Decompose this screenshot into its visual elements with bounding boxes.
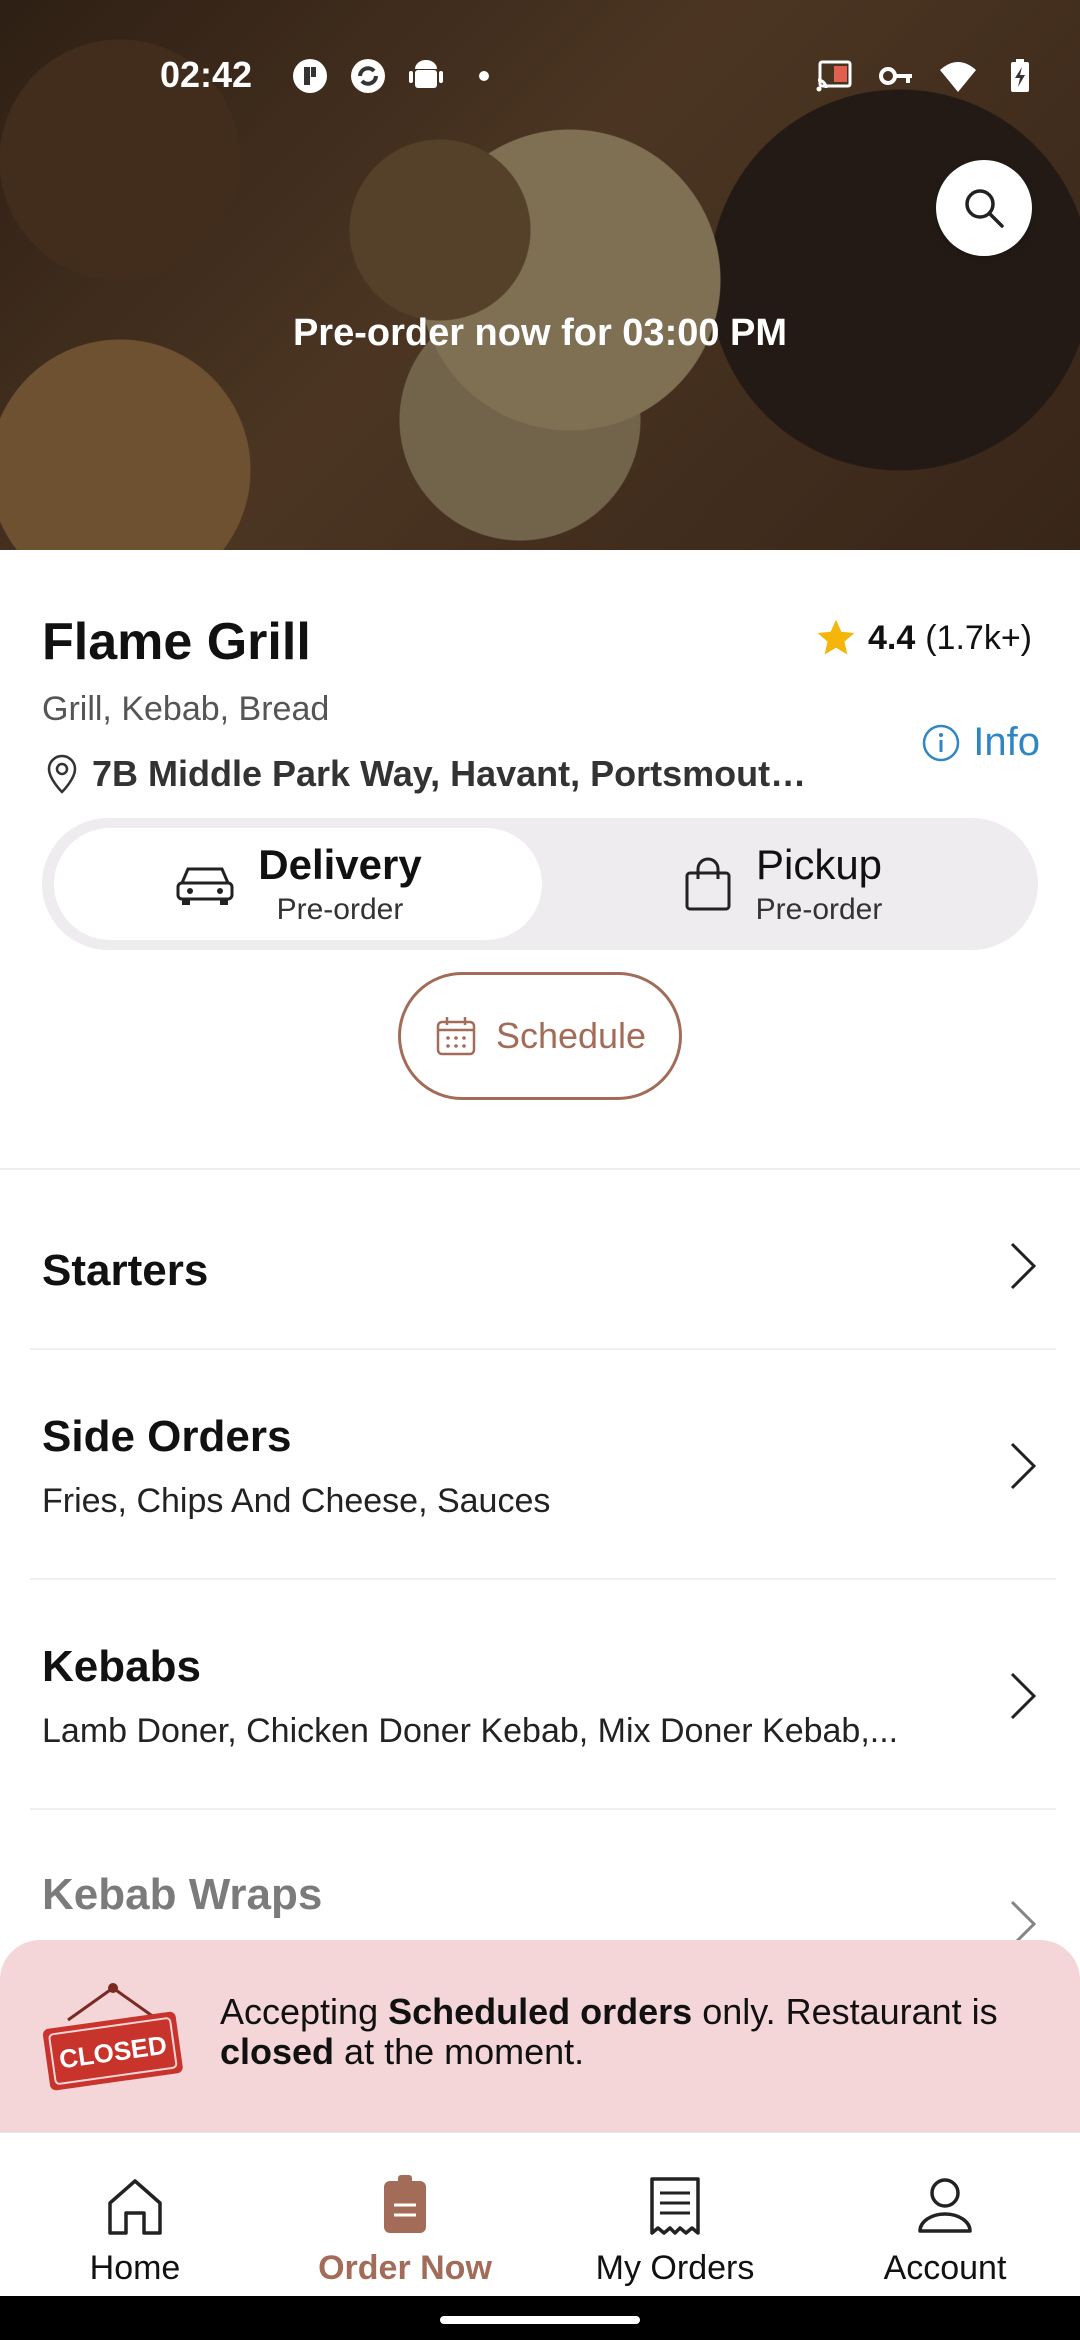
calendar-icon	[436, 1017, 476, 1056]
status-bar: 02:42	[0, 40, 1080, 110]
schedule-label: Schedule	[495, 1015, 647, 1056]
app-notification-icon	[293, 59, 327, 93]
pickup-option[interactable]: Pickup Pre-order	[538, 828, 1026, 940]
status-system-icons	[814, 56, 1040, 96]
pickup-title: Pickup	[755, 841, 883, 888]
android-icon	[409, 60, 443, 88]
category-name: Starters	[42, 1246, 209, 1295]
category-side-orders[interactable]: Side Orders Fries, Chips And Cheese, Sau…	[30, 1350, 1056, 1580]
chevron-right-icon	[1010, 1442, 1037, 1490]
home-indicator[interactable]	[440, 2316, 640, 2324]
pickup-subtitle: Pre-order	[755, 893, 883, 926]
rating-count: (1.7k+)	[925, 618, 1032, 657]
dot-icon	[479, 71, 489, 81]
search-icon	[965, 189, 1004, 228]
restaurant-name: Flame Grill	[42, 613, 311, 671]
category-name: Kebab Wraps	[42, 1870, 323, 1919]
location-pin-icon	[47, 754, 77, 794]
closed-notice-text: Accepting Scheduled orders only. Restaur…	[220, 1991, 998, 2072]
cuisines: Grill, Kebab, Bread	[42, 690, 330, 728]
category-starters[interactable]: Starters	[30, 1170, 1056, 1350]
delivery-option[interactable]: Delivery Pre-order	[54, 828, 542, 940]
rating: 4.4 (1.7k+)	[814, 616, 1032, 660]
bottom-navigation: Home Order Now My Orders Account	[0, 2132, 1080, 2296]
wifi-icon	[940, 62, 976, 92]
schedule-button[interactable]: Schedule	[398, 972, 682, 1100]
nav-order-now-label: Order Now	[318, 2249, 492, 2287]
battery-charging-icon	[1011, 59, 1029, 92]
chevron-right-icon	[1010, 1672, 1037, 1720]
nav-order-now[interactable]: Order Now	[270, 2133, 540, 2297]
nav-home[interactable]: Home	[0, 2133, 270, 2297]
info-icon	[923, 724, 960, 761]
home-icon	[108, 2179, 162, 2235]
category-name: Kebabs	[42, 1642, 201, 1691]
nav-account[interactable]: Account	[810, 2133, 1080, 2297]
cast-icon	[816, 60, 852, 92]
nav-home-label: Home	[89, 2249, 181, 2287]
status-time: 02:42	[160, 54, 253, 95]
shopping-bag-icon	[685, 857, 731, 911]
person-icon	[918, 2178, 972, 2233]
receipt-icon	[650, 2177, 700, 2235]
address-text: 7B Middle Park Way, Havant, Portsmout…	[92, 753, 807, 794]
search-button[interactable]	[936, 160, 1032, 256]
hero-banner: 02:42 Pre-order now for 03:00 PM	[0, 0, 1080, 550]
sync-notification-icon	[351, 59, 385, 93]
nav-account-label: Account	[883, 2249, 1007, 2287]
car-icon	[176, 867, 234, 905]
nav-my-orders-label: My Orders	[595, 2249, 755, 2287]
order-icon	[384, 2175, 426, 2233]
closed-notice: CLOSED Accepting Scheduled orders only. …	[0, 1940, 1080, 2140]
vpn-key-icon	[879, 67, 912, 85]
info-button[interactable]: Info	[921, 720, 1040, 765]
closed-sign-icon: CLOSED	[42, 1983, 183, 2091]
category-name: Side Orders	[42, 1412, 292, 1461]
category-description: Fries, Chips And Cheese, Sauces	[42, 1482, 551, 1520]
status-notification-icons	[290, 56, 504, 96]
preorder-banner-text: Pre-order now for 03:00 PM	[292, 312, 788, 354]
order-mode-toggle: Delivery Pre-order Pickup Pre-order	[42, 818, 1038, 950]
chevron-right-icon	[1010, 1242, 1037, 1290]
delivery-subtitle: Pre-order	[276, 893, 404, 926]
category-kebabs[interactable]: Kebabs Lamb Doner, Chicken Doner Kebab, …	[30, 1580, 1056, 1810]
info-label: Info	[973, 720, 1040, 764]
star-icon	[817, 619, 855, 655]
category-description: Lamb Doner, Chicken Doner Kebab, Mix Don…	[42, 1712, 899, 1750]
delivery-title: Delivery	[258, 841, 422, 888]
rating-value: 4.4	[867, 618, 916, 657]
address: 7B Middle Park Way, Havant, Portsmout…	[42, 752, 872, 796]
nav-my-orders[interactable]: My Orders	[540, 2133, 810, 2297]
